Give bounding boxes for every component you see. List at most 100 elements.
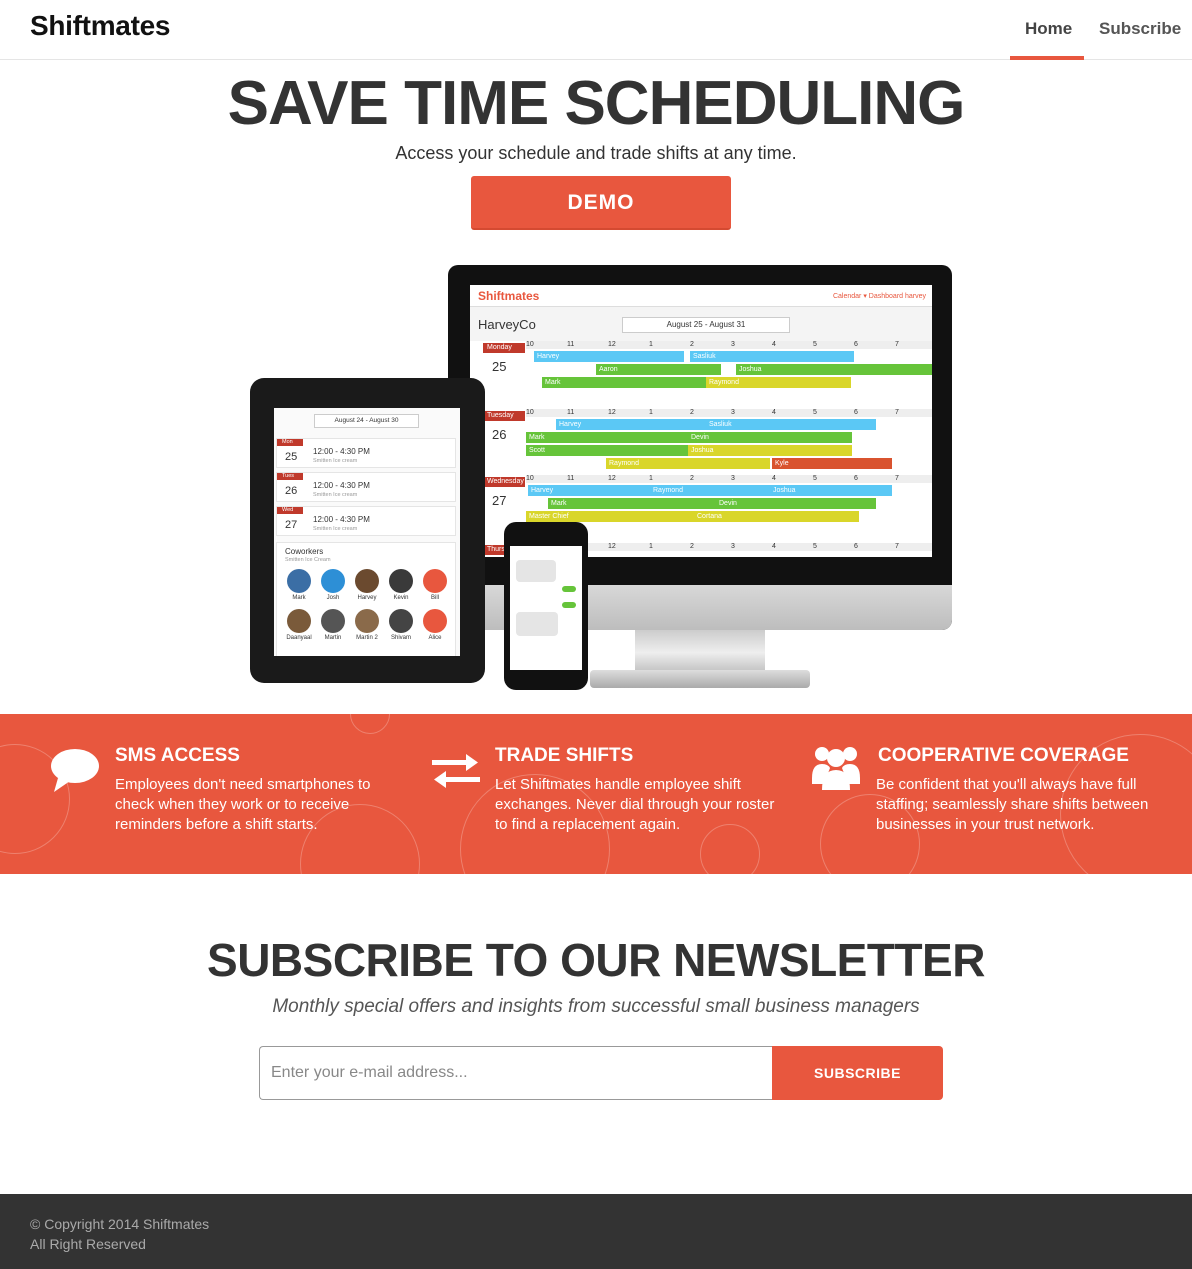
coworker-avatar [423,569,447,593]
coworker-avatar [287,569,311,593]
feature-text: Employees don't need smartphones to chec… [115,776,371,833]
phone-message [516,560,556,582]
coworkers-title: Coworkers [285,547,324,556]
hour-tick: 7 [895,543,899,550]
shift-bar: Raymond [706,377,851,388]
email-input[interactable] [259,1046,774,1100]
screen-date-range: August 25 - August 31 [622,317,790,333]
demo-button[interactable]: DEMO [471,176,731,230]
day-number: 27 [492,493,507,508]
hour-tick: 1 [649,341,653,348]
shift-bar: Harvey [534,351,684,362]
shift-bar: Harvey [528,485,650,496]
newsletter-subtitle: Monthly special offers and insights from… [272,996,920,1017]
feature-title: SMS ACCESS [115,745,240,766]
coworker-avatar [423,609,447,633]
hour-tick: 7 [895,475,899,482]
phone-screen [510,546,582,670]
hour-tick: 2 [690,543,694,550]
shift-day-number: 27 [285,519,298,531]
coworker-name: Josh [326,595,340,601]
schedule-day: 10 11 12 1 2 3 4 5 6 7 Tuesday 26 Harvey Sasliuk Mark D… [470,409,932,469]
hour-tick: 10 [526,409,534,416]
hour-tick: 11 [567,341,575,348]
hero-subtitle: Access your schedule and trade shifts at… [395,143,797,163]
hour-tick: 10 [526,341,534,348]
tablet-screen: August 24 - August 30 Mon 25 12:00 - 4:30 … [274,408,460,656]
shift-bar: Mark [548,498,716,509]
shift-time: 12:00 - 4:30 PM [313,481,370,490]
shift-bar: Joshua [736,364,932,375]
hour-tick: 1 [649,543,653,550]
coworker-avatar [355,569,379,593]
shift-bar: Joshua [688,445,852,456]
copyright-text: © Copyright 2014 Shiftmates [30,1216,210,1232]
brand-logo[interactable]: Shiftmates [30,10,170,42]
hour-tick: 11 [567,475,575,482]
chat-bubble-icon [51,749,99,792]
hour-tick: 5 [813,475,817,482]
coworker-avatar [389,609,413,633]
hour-tick: 6 [854,543,858,550]
coworker-name: Martin 2 [356,635,378,641]
hour-tick: 1 [649,409,653,416]
hero-title: SAVE TIME SCHEDULING [227,69,966,138]
shift-bar: Cortana [694,511,859,522]
hour-tick: 12 [608,543,616,550]
decor-circle [350,714,390,734]
footer: © Copyright 2014 Shiftmates All Right Re… [0,1194,1192,1269]
shift-bar: Raymond [606,458,770,469]
day-label: Wednesday [483,477,525,487]
shift-day-label: Mon [277,439,303,446]
shift-day-number: 26 [285,485,298,497]
shift-time: 12:00 - 4:30 PM [313,447,370,456]
coworkers-panel: Coworkers Smitten Ice Cream Mark Josh Harv… [276,542,456,656]
shift-bar: Harvey [556,419,709,430]
shift-location: Smitten Ice cream [313,458,358,464]
shift-location: Smitten Ice cream [313,526,358,532]
shift-location: Smitten Ice cream [313,492,358,498]
feature-text: Let Shiftmates handle employee shift exc… [495,776,775,833]
day-number: 25 [492,359,507,374]
features-band: SMS ACCESS Employees don't need smartpho… [0,714,1192,874]
shift-day-label: Wed [277,507,303,514]
hour-tick: 12 [608,409,616,416]
hour-tick: 3 [731,409,735,416]
shift-time: 12:00 - 4:30 PM [313,515,370,524]
hour-ruler: 1011121234567 [526,475,932,483]
hour-tick: 4 [772,341,776,348]
coworker-name: Bill [430,595,439,601]
coworker-avatar [389,569,413,593]
nav-subscribe-link[interactable]: Subscribe [1099,19,1181,39]
monitor-screen: Shiftmates Calendar ▾ Dashboard harvey H… [470,285,932,557]
shift-bar: Raymond [650,485,770,496]
hour-tick: 3 [731,475,735,482]
shift-bar: Mark [526,432,688,443]
subscribe-button[interactable]: SUBSCRIBE [772,1046,943,1100]
shift-bar: Sasliuk [690,351,854,362]
shift-bar: Devin [716,498,876,509]
shift-bar: Aaron [596,364,721,375]
coworker-name: Kevin [393,595,409,601]
phone-message [562,586,576,592]
hour-ruler: 1011121234567 [526,341,932,349]
rights-text: All Right Reserved [30,1236,146,1252]
feature-text: Be confident that you'll always have ful… [876,776,1149,833]
hour-tick: 3 [731,341,735,348]
tablet-shift-row: Mon 25 12:00 - 4:30 PM Smitten Ice cream [276,438,456,468]
active-nav-indicator [1010,56,1084,60]
shift-bar: Sasliuk [706,419,876,430]
nav-home-link[interactable]: Home [1025,19,1072,39]
hour-tick: 2 [690,409,694,416]
coworker-name: Harvey [357,595,377,601]
group-icon [812,747,860,790]
hour-tick: 10 [526,475,534,482]
monitor-stand [635,630,765,675]
hour-tick: 3 [731,543,735,550]
hour-tick: 6 [854,341,858,348]
hour-tick: 4 [772,475,776,482]
newsletter-title: SUBSCRIBE TO OUR NEWSLETTER [207,934,985,986]
hour-tick: 12 [608,475,616,482]
shift-bar: Mark [542,377,707,388]
shift-bar: Kyle [772,458,892,469]
